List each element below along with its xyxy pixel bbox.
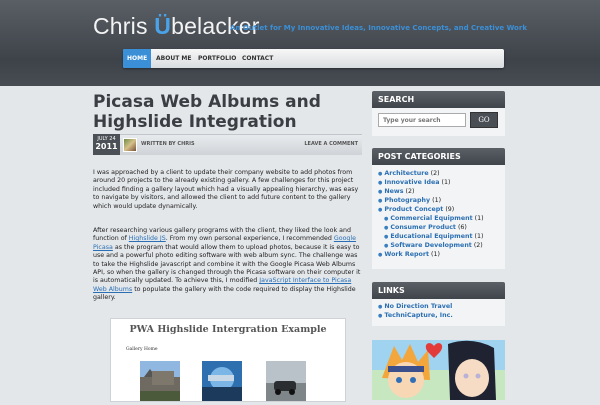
- author-avatar: [123, 138, 137, 152]
- site-tagline: An Outlet for My Innovative Ideas, Innov…: [230, 24, 527, 32]
- category-link[interactable]: Educational Equipment: [390, 233, 472, 240]
- category-item[interactable]: ● Innovative Idea (1): [378, 179, 450, 188]
- search-input[interactable]: [378, 113, 466, 127]
- gallery-screenshot: PWA Highslide Intergration Example Galle…: [110, 318, 346, 402]
- nav-about-me[interactable]: ABOUT ME: [156, 49, 191, 68]
- subcategory-item[interactable]: ● Educational Equipment (1): [384, 233, 483, 242]
- category-link[interactable]: Innovative Idea: [384, 179, 439, 186]
- site-title-first: Chris: [93, 13, 155, 39]
- categories-widget-title: POST CATEGORIES: [372, 148, 505, 165]
- bullet-icon: ●: [384, 216, 389, 222]
- bullet-icon: ●: [384, 234, 389, 240]
- category-link[interactable]: Architecture: [384, 170, 428, 177]
- search-go-button[interactable]: GO: [470, 112, 498, 128]
- category-item[interactable]: ● Product Concept (9): [378, 206, 454, 215]
- nav-portfolio[interactable]: PORTFOLIO: [198, 49, 236, 68]
- category-link[interactable]: Consumer Product: [390, 224, 456, 231]
- category-count: (6): [457, 224, 467, 231]
- bullet-icon: ●: [378, 252, 383, 258]
- bullet-icon: ●: [378, 313, 383, 319]
- bullet-icon: ●: [378, 207, 383, 213]
- bullet-icon: ●: [378, 304, 383, 310]
- bullet-icon: ●: [378, 171, 383, 177]
- subcategory-item[interactable]: ● Software Development (2): [384, 242, 483, 251]
- category-count: (2): [473, 242, 483, 249]
- link-item[interactable]: ● TechniCapture, Inc.: [378, 312, 453, 321]
- subcategory-item[interactable]: ● Consumer Product (6): [384, 224, 467, 233]
- gallery-title: PWA Highslide Intergration Example: [129, 324, 327, 335]
- link-item[interactable]: ● No Direction Travel: [378, 303, 452, 312]
- bullet-icon: ●: [378, 189, 383, 195]
- category-count: (1): [432, 197, 442, 204]
- category-count: (1): [474, 233, 484, 240]
- category-count: (1): [431, 251, 440, 258]
- post-title[interactable]: Picasa Web Albums and Highslide Integrat…: [93, 92, 363, 132]
- gallery-thumb-1[interactable]: [138, 359, 182, 401]
- gallery-thumb-3[interactable]: [264, 359, 308, 401]
- category-count: (2): [405, 188, 415, 195]
- site-title-umlaut: Ü: [154, 13, 172, 39]
- highslide-js-link[interactable]: Highslide JS: [129, 235, 166, 242]
- link-no-direction-travel[interactable]: No Direction Travel: [384, 303, 452, 310]
- category-link[interactable]: Work Report: [384, 251, 429, 258]
- bullet-icon: ●: [384, 225, 389, 231]
- post-date-year: 2011: [95, 142, 118, 151]
- post-author: WRITTEN BY CHRIS: [141, 141, 195, 147]
- search-widget-title: SEARCH: [372, 91, 505, 108]
- bullet-icon: ●: [384, 243, 389, 249]
- nav-home[interactable]: HOME: [123, 49, 152, 68]
- site-header: Chris Übelacker An Outlet for My Innovat…: [0, 0, 600, 86]
- category-count: (1): [474, 215, 484, 222]
- leave-comment-link[interactable]: LEAVE A COMMENT: [304, 141, 358, 147]
- category-count: (1): [441, 179, 451, 186]
- post-date: JULY 24 2011: [93, 134, 120, 155]
- sidebar-anime-image[interactable]: [372, 340, 505, 400]
- post-meta-bar: JULY 24 2011 WRITTEN BY CHRIS LEAVE A CO…: [93, 134, 362, 155]
- category-link[interactable]: Software Development: [390, 242, 471, 249]
- bullet-icon: ●: [378, 180, 383, 186]
- link-technicapture[interactable]: TechniCapture, Inc.: [384, 312, 452, 319]
- gallery-thumb-2[interactable]: [200, 359, 244, 401]
- bullet-icon: ●: [378, 198, 383, 204]
- category-count: (2): [430, 170, 440, 177]
- category-link[interactable]: Product Concept: [384, 206, 443, 213]
- post-paragraph-2: After researching various gallery progra…: [93, 227, 362, 303]
- subcategory-item[interactable]: ● Commercial Equipment (1): [384, 215, 484, 224]
- category-link[interactable]: Commercial Equipment: [390, 215, 472, 222]
- category-item[interactable]: ● Work Report (1): [378, 251, 440, 260]
- post-paragraph-1: I was approached by a client to update t…: [93, 169, 359, 210]
- gallery-home-label: Gallery Home: [126, 347, 158, 352]
- category-link[interactable]: News: [384, 188, 403, 195]
- category-item[interactable]: ● Photography (1): [378, 197, 441, 206]
- para2-text-b: . From my own personal experience, I rec…: [165, 235, 334, 243]
- para2-text-d: to populate the gallery with the code re…: [93, 285, 356, 302]
- category-link[interactable]: Photography: [384, 197, 430, 204]
- post-date-month-day: JULY 24: [97, 136, 116, 142]
- nav-contact[interactable]: CONTACT: [242, 49, 273, 68]
- main-nav: HOME ABOUT ME PORTFOLIO CONTACT: [123, 49, 504, 68]
- category-count: (9): [445, 206, 455, 213]
- category-item[interactable]: ● Architecture (2): [378, 170, 440, 179]
- links-widget-title: LINKS: [372, 282, 505, 299]
- category-item[interactable]: ● News (2): [378, 188, 414, 197]
